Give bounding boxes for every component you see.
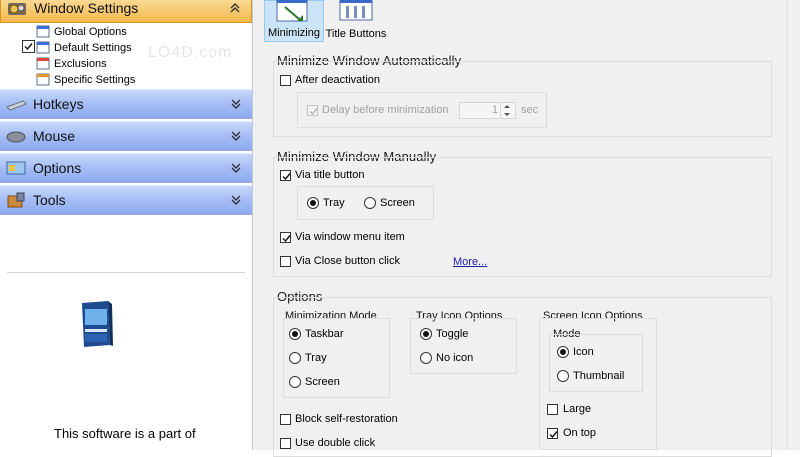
tab-label: Title Buttons (325, 28, 387, 40)
spinner-down-icon[interactable] (504, 113, 510, 116)
checkmark-icon (549, 431, 558, 439)
radio-dot (292, 331, 298, 337)
tools-icon (7, 192, 25, 208)
options-icon (6, 161, 26, 175)
default-settings-icon (36, 41, 50, 54)
global-options-icon (36, 25, 50, 38)
group-header-options[interactable]: Options (0, 153, 252, 183)
exclusions-icon (36, 57, 50, 70)
tree-item-label: Default Settings (54, 42, 132, 54)
more-link[interactable]: More... (453, 256, 487, 269)
toggle-radio-label: Toggle (436, 328, 469, 340)
checkmark-icon (309, 108, 318, 116)
tree-item-label: Exclusions (54, 58, 107, 70)
tray-radio[interactable] (307, 197, 319, 209)
chevron-down-icon[interactable] (230, 194, 242, 206)
settings-panel: Minimizing Title Buttons Minimize Window… (253, 0, 800, 457)
checkmark-icon (282, 173, 291, 181)
via-title-button-checkbox[interactable] (280, 170, 291, 181)
promo-text: This software is a part of (54, 426, 196, 441)
spinner-up-icon[interactable] (504, 105, 510, 108)
on-top-label: On top (563, 427, 597, 439)
minimizing-tab-button[interactable]: Minimizing (264, 0, 324, 42)
toggle-radio[interactable] (420, 328, 432, 340)
group-header-mouse[interactable]: Mouse (0, 121, 252, 151)
via-window-menu-label: Via window menu item (295, 231, 405, 243)
block-self-restoration-label: Block self-restoration (295, 413, 398, 425)
large-label: Large (563, 403, 592, 415)
taskbar-radio[interactable] (289, 328, 301, 340)
via-title-button-label: Via title button (295, 169, 365, 181)
after-deactivation-checkbox[interactable] (280, 75, 291, 86)
chevron-down-icon[interactable] (230, 162, 242, 174)
delay-unit-label: sec (521, 104, 539, 116)
group-header-hotkeys[interactable]: Hotkeys (0, 89, 252, 119)
gear-icon (8, 2, 26, 15)
scrollbar-track[interactable] (787, 0, 800, 450)
tray-icon-options-group (410, 318, 517, 374)
mode-screen-radio-label: Screen (305, 376, 340, 388)
chevron-up-icon[interactable] (229, 2, 241, 14)
mode-tray-radio[interactable] (289, 352, 301, 364)
via-close-button-checkbox[interactable] (280, 256, 291, 267)
checkmark-icon (24, 43, 33, 51)
tab-label: Minimizing (268, 27, 320, 39)
chevron-down-icon[interactable] (230, 130, 242, 142)
icon-mode-radio-label: Icon (573, 346, 594, 358)
group-title: Hotkeys (33, 96, 84, 112)
use-double-click-checkbox[interactable] (280, 438, 291, 449)
mode-tray-radio-label: Tray (305, 352, 327, 364)
product-box-image (82, 301, 113, 347)
mouse-icon (6, 131, 26, 143)
group-title: Tools (33, 192, 66, 208)
divider (7, 272, 245, 273)
default-settings-checkbox[interactable] (22, 40, 35, 53)
screen-radio[interactable] (364, 197, 376, 209)
radio-dot (560, 349, 566, 355)
tree-item-label: Global Options (54, 26, 127, 38)
chevron-down-icon[interactable] (230, 98, 242, 110)
group-title: Mouse (33, 128, 76, 144)
after-deactivation-label: After deactivation (295, 74, 380, 86)
checkmark-icon (282, 235, 291, 243)
spinner-value: 1 (491, 104, 498, 116)
group-title: Window Settings (34, 0, 139, 16)
thumbnail-mode-radio[interactable] (557, 370, 569, 382)
keyboard-icon (6, 100, 27, 111)
delay-seconds-spinner[interactable]: 1 (459, 102, 516, 119)
mode-screen-radio[interactable] (289, 376, 301, 388)
via-close-button-label: Via Close button click (295, 255, 400, 267)
minimize-window-icon (276, 0, 308, 22)
no-icon-radio[interactable] (420, 352, 432, 364)
tree-item-label: Specific Settings (54, 74, 136, 86)
screen-icon-mode-group (549, 334, 643, 392)
title-buttons-tab-button[interactable]: Title Buttons (324, 0, 388, 42)
thumbnail-mode-radio-label: Thumbnail (573, 370, 625, 382)
no-icon-radio-label: No icon (436, 352, 474, 364)
via-window-menu-checkbox[interactable] (280, 232, 291, 243)
title-buttons-icon (339, 0, 373, 21)
screen-radio-label: Screen (380, 197, 415, 209)
on-top-checkbox[interactable] (547, 428, 558, 439)
radio-dot (310, 200, 316, 206)
group-header-tools[interactable]: Tools (0, 185, 252, 215)
delay-checkbox[interactable] (307, 105, 318, 116)
delay-label: Delay before minimization (322, 104, 449, 116)
block-self-restoration-checkbox[interactable] (280, 414, 291, 425)
navigation-sidebar: Window Settings LO4D.com Global Options … (0, 0, 253, 450)
spinner-buttons[interactable] (500, 103, 515, 118)
group-title: Options (33, 160, 82, 176)
group-header-window-settings[interactable]: Window Settings (0, 0, 252, 23)
radio-dot (423, 331, 429, 337)
icon-mode-radio[interactable] (557, 346, 569, 358)
large-checkbox[interactable] (547, 404, 558, 415)
tray-radio-label: Tray (323, 197, 345, 209)
taskbar-radio-label: Taskbar (305, 328, 344, 340)
use-double-click-label: Use double click (295, 437, 376, 449)
watermark-text: LO4D.com (148, 44, 233, 61)
specific-settings-icon (36, 73, 50, 86)
